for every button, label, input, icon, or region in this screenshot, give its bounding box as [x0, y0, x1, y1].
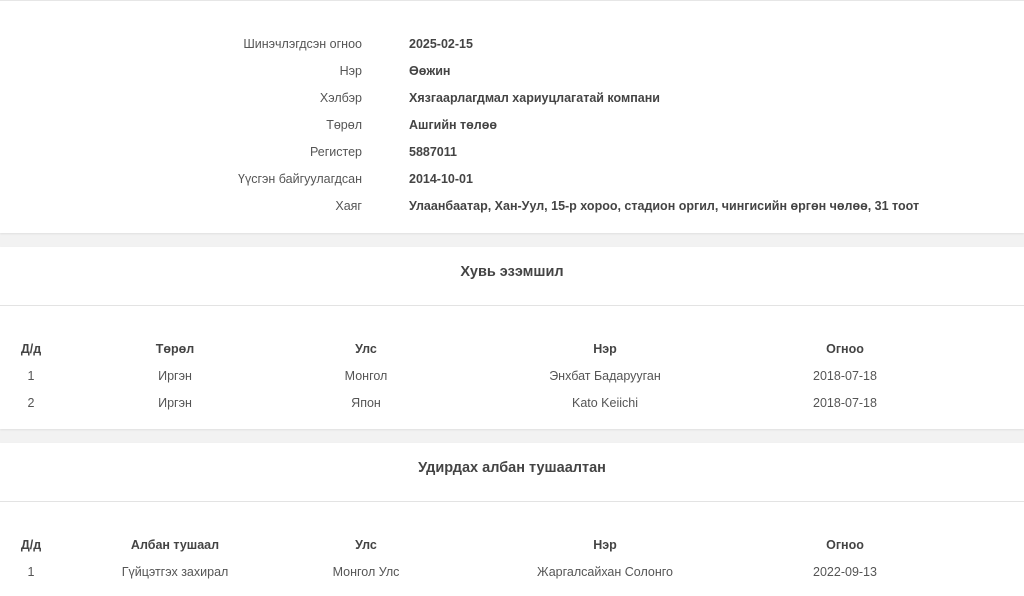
info-row-updated-date: Шинэчлэгдсэн огноо 2025-02-15	[0, 37, 1024, 64]
col-header-name: Нэр	[593, 342, 617, 356]
management-table: Д/д Албан тушаал Улс Нэр Огноо 1 Гүйцэтг…	[0, 502, 1024, 596]
col-header-date: Огноо	[826, 342, 864, 356]
info-value: Улаанбаатар, Хан-Уул, 15-р хороо, стадио…	[409, 199, 920, 213]
info-row-founded: Үүсгэн байгуулагдсан 2014-10-01	[0, 172, 1024, 199]
info-label: Регистер	[309, 145, 362, 159]
info-label: Хаяг	[335, 199, 362, 213]
info-value: 5887011	[409, 145, 457, 159]
col-header-position: Албан тушаал	[130, 538, 220, 552]
company-info-card: Шинэчлэгдсэн огноо 2025-02-15 Нэр Өөжин …	[0, 0, 1024, 233]
cell-no: 2	[27, 396, 35, 410]
cell-name: Энхбат Бадарууган	[549, 369, 661, 383]
cell-position: Гүйцэтгэх захирал	[121, 565, 229, 579]
info-row-type: Төрөл Ашгийн төлөө	[0, 118, 1024, 145]
info-row-form: Хэлбэр Хязгаарлагдмал хариуцлагатай комп…	[0, 91, 1024, 118]
info-row-address: Хаяг Улаанбаатар, Хан-Уул, 15-р хороо, с…	[0, 199, 1024, 226]
cell-name: Kato Keiichi	[571, 396, 639, 410]
info-row-name: Нэр Өөжин	[0, 64, 1024, 91]
info-value: Ашгийн төлөө	[409, 118, 498, 132]
info-label: Үүсгэн байгуулагдсан	[238, 172, 362, 186]
col-header-no: Д/д	[20, 538, 42, 552]
col-header-country: Улс	[355, 342, 377, 356]
management-section: Удирдах албан тушаалтан Д/д Албан тушаал…	[0, 443, 1024, 596]
management-title: Удирдах албан тушаалтан	[0, 443, 1024, 502]
cell-name: Жаргалсайхан Солонго	[537, 565, 673, 579]
cell-no: 1	[27, 369, 35, 383]
cell-country: Монгол Улс	[332, 565, 400, 579]
info-label: Төрөл	[326, 118, 362, 132]
ownership-table: Д/д Төрөл Улс Нэр Огноо 1 Иргэн Монгол Э…	[0, 306, 1024, 429]
info-row-register: Регистер 5887011	[0, 145, 1024, 172]
col-header-no: Д/д	[20, 342, 42, 356]
ownership-title: Хувь эзэмшил	[0, 247, 1024, 306]
cell-type: Иргэн	[158, 369, 192, 383]
cell-country: Монгол	[344, 369, 388, 383]
info-label: Хэлбэр	[319, 91, 362, 105]
col-header-name: Нэр	[593, 538, 617, 552]
info-label: Нэр	[339, 64, 362, 78]
col-header-type: Төрөл	[155, 342, 195, 356]
info-value: Өөжин	[409, 64, 451, 78]
cell-no: 1	[27, 565, 35, 579]
info-label: Шинэчлэгдсэн огноо	[243, 37, 362, 51]
cell-type: Иргэн	[158, 396, 192, 410]
cell-date: 2018-07-18	[813, 369, 877, 383]
col-header-date: Огноо	[826, 538, 864, 552]
info-value: 2014-10-01	[409, 172, 473, 186]
cell-date: 2018-07-18	[813, 396, 877, 410]
col-header-country: Улс	[355, 538, 377, 552]
ownership-section: Хувь эзэмшил Д/д Төрөл Улс Нэр Огноо 1 И…	[0, 247, 1024, 429]
cell-date: 2022-09-13	[813, 565, 877, 579]
info-value: 2025-02-15	[409, 37, 473, 51]
info-value: Хязгаарлагдмал хариуцлагатай компани	[409, 91, 660, 105]
cell-country: Япон	[351, 396, 381, 410]
